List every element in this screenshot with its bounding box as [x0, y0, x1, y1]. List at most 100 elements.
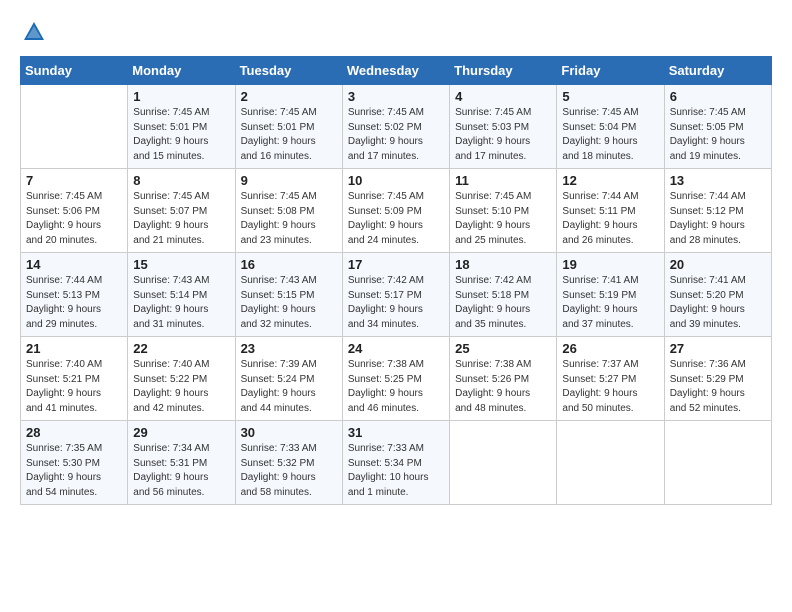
cell-info: Sunrise: 7:38 AM Sunset: 5:26 PM Dayligh…: [455, 358, 551, 416]
day-number: 20: [670, 257, 766, 272]
calendar-cell: 18 Sunrise: 7:42 AM Sunset: 5:18 PM Dayli…: [450, 253, 557, 337]
page: SundayMondayTuesdayWednesdayThursdayFrid…: [0, 0, 792, 612]
calendar-cell: 30Sunrise: 7:33 AM Sunset: 5:32 PM Dayli…: [235, 421, 342, 505]
calendar-cell: 21 Sunrise: 7:40 AM Sunset: 5:21 PM Dayli…: [21, 337, 128, 421]
day-number: 17: [348, 257, 444, 272]
cell-info: Sunrise: 7:45 AM Sunset: 5:04 PM Dayligh…: [562, 106, 658, 164]
day-number: 11: [455, 173, 551, 188]
day-number: 15: [133, 257, 229, 272]
day-number: 3: [348, 89, 444, 104]
calendar-cell: 9Sunrise: 7:45 AM Sunset: 5:08 PM Daylig…: [235, 169, 342, 253]
cell-info: Sunrise: 7:38 AM Sunset: 5:25 PM Dayligh…: [348, 358, 444, 416]
day-number: 13: [670, 173, 766, 188]
calendar-cell: 24 Sunrise: 7:38 AM Sunset: 5:25 PM Dayli…: [342, 337, 449, 421]
week-row-5: 28 Sunrise: 7:35 AM Sunset: 5:30 PM Dayli…: [21, 421, 772, 505]
cell-info: Sunrise: 7:42 AM Sunset: 5:18 PM Dayligh…: [455, 274, 551, 332]
calendar-cell: 6 Sunrise: 7:45 AM Sunset: 5:05 PM Daylig…: [664, 85, 771, 169]
week-row-1: 1 Sunrise: 7:45 AM Sunset: 5:01 PM Daylig…: [21, 85, 772, 169]
header: [20, 18, 772, 46]
cell-info: Sunrise: 7:37 AM Sunset: 5:27 PM Dayligh…: [562, 358, 658, 416]
calendar-cell: 11 Sunrise: 7:45 AM Sunset: 5:10 PM Dayli…: [450, 169, 557, 253]
cell-info: Sunrise: 7:40 AM Sunset: 5:22 PM Dayligh…: [133, 358, 229, 416]
weekday-header-wednesday: Wednesday: [342, 57, 449, 85]
week-row-2: 7 Sunrise: 7:45 AM Sunset: 5:06 PM Daylig…: [21, 169, 772, 253]
calendar-cell: 26 Sunrise: 7:37 AM Sunset: 5:27 PM Dayli…: [557, 337, 664, 421]
calendar-cell: 7 Sunrise: 7:45 AM Sunset: 5:06 PM Daylig…: [21, 169, 128, 253]
day-number: 10: [348, 173, 444, 188]
weekday-header-monday: Monday: [128, 57, 235, 85]
cell-info: Sunrise: 7:45 AM Sunset: 5:01 PM Dayligh…: [133, 106, 229, 164]
cell-info: Sunrise: 7:45 AM Sunset: 5:10 PM Dayligh…: [455, 190, 551, 248]
cell-info: Sunrise: 7:45 AM Sunset: 5:07 PM Dayligh…: [133, 190, 229, 248]
calendar-cell: 12 Sunrise: 7:44 AM Sunset: 5:11 PM Dayli…: [557, 169, 664, 253]
calendar-cell: 16Sunrise: 7:43 AM Sunset: 5:15 PM Dayli…: [235, 253, 342, 337]
cell-info: Sunrise: 7:45 AM Sunset: 5:03 PM Dayligh…: [455, 106, 551, 164]
day-number: 9: [241, 173, 337, 188]
cell-info: Sunrise: 7:43 AM Sunset: 5:14 PM Dayligh…: [133, 274, 229, 332]
cell-info: Sunrise: 7:33 AM Sunset: 5:34 PM Dayligh…: [348, 442, 444, 500]
day-number: 7: [26, 173, 122, 188]
calendar-cell: 14Sunrise: 7:44 AM Sunset: 5:13 PM Dayli…: [21, 253, 128, 337]
cell-info: Sunrise: 7:45 AM Sunset: 5:09 PM Dayligh…: [348, 190, 444, 248]
calendar-cell: 28 Sunrise: 7:35 AM Sunset: 5:30 PM Dayli…: [21, 421, 128, 505]
logo: [20, 18, 52, 46]
cell-info: Sunrise: 7:45 AM Sunset: 5:05 PM Dayligh…: [670, 106, 766, 164]
day-number: 23: [241, 341, 337, 356]
day-number: 31: [348, 425, 444, 440]
cell-info: Sunrise: 7:45 AM Sunset: 5:02 PM Dayligh…: [348, 106, 444, 164]
cell-info: Sunrise: 7:40 AM Sunset: 5:21 PM Dayligh…: [26, 358, 122, 416]
day-number: 30: [241, 425, 337, 440]
cell-info: Sunrise: 7:45 AM Sunset: 5:06 PM Dayligh…: [26, 190, 122, 248]
cell-info: Sunrise: 7:36 AM Sunset: 5:29 PM Dayligh…: [670, 358, 766, 416]
cell-info: Sunrise: 7:42 AM Sunset: 5:17 PM Dayligh…: [348, 274, 444, 332]
calendar-table: SundayMondayTuesdayWednesdayThursdayFrid…: [20, 56, 772, 505]
cell-info: Sunrise: 7:34 AM Sunset: 5:31 PM Dayligh…: [133, 442, 229, 500]
day-number: 8: [133, 173, 229, 188]
calendar-cell: [557, 421, 664, 505]
calendar-cell: 31 Sunrise: 7:33 AM Sunset: 5:34 PM Dayli…: [342, 421, 449, 505]
day-number: 4: [455, 89, 551, 104]
day-number: 24: [348, 341, 444, 356]
weekday-header-sunday: Sunday: [21, 57, 128, 85]
weekday-header-row: SundayMondayTuesdayWednesdayThursdayFrid…: [21, 57, 772, 85]
day-number: 2: [241, 89, 337, 104]
calendar-cell: 1 Sunrise: 7:45 AM Sunset: 5:01 PM Daylig…: [128, 85, 235, 169]
weekday-header-friday: Friday: [557, 57, 664, 85]
calendar-cell: 27 Sunrise: 7:36 AM Sunset: 5:29 PM Dayli…: [664, 337, 771, 421]
weekday-header-saturday: Saturday: [664, 57, 771, 85]
day-number: 12: [562, 173, 658, 188]
calendar-cell: [450, 421, 557, 505]
calendar-cell: 2 Sunrise: 7:45 AM Sunset: 5:01 PM Daylig…: [235, 85, 342, 169]
day-number: 28: [26, 425, 122, 440]
day-number: 1: [133, 89, 229, 104]
logo-icon: [20, 18, 48, 46]
cell-info: Sunrise: 7:39 AM Sunset: 5:24 PM Dayligh…: [241, 358, 337, 416]
weekday-header-thursday: Thursday: [450, 57, 557, 85]
week-row-3: 14Sunrise: 7:44 AM Sunset: 5:13 PM Dayli…: [21, 253, 772, 337]
day-number: 27: [670, 341, 766, 356]
day-number: 18: [455, 257, 551, 272]
cell-info: Sunrise: 7:43 AM Sunset: 5:15 PM Dayligh…: [241, 274, 337, 332]
week-row-4: 21 Sunrise: 7:40 AM Sunset: 5:21 PM Dayli…: [21, 337, 772, 421]
cell-info: Sunrise: 7:44 AM Sunset: 5:12 PM Dayligh…: [670, 190, 766, 248]
cell-info: Sunrise: 7:44 AM Sunset: 5:13 PM Dayligh…: [26, 274, 122, 332]
day-number: 25: [455, 341, 551, 356]
cell-info: Sunrise: 7:41 AM Sunset: 5:19 PM Dayligh…: [562, 274, 658, 332]
day-number: 29: [133, 425, 229, 440]
day-number: 21: [26, 341, 122, 356]
weekday-header-tuesday: Tuesday: [235, 57, 342, 85]
calendar-cell: 8 Sunrise: 7:45 AM Sunset: 5:07 PM Daylig…: [128, 169, 235, 253]
calendar-cell: 13 Sunrise: 7:44 AM Sunset: 5:12 PM Dayli…: [664, 169, 771, 253]
cell-info: Sunrise: 7:45 AM Sunset: 5:01 PM Dayligh…: [241, 106, 337, 164]
day-number: 5: [562, 89, 658, 104]
cell-info: Sunrise: 7:41 AM Sunset: 5:20 PM Dayligh…: [670, 274, 766, 332]
day-number: 22: [133, 341, 229, 356]
cell-info: Sunrise: 7:35 AM Sunset: 5:30 PM Dayligh…: [26, 442, 122, 500]
calendar-cell: 20 Sunrise: 7:41 AM Sunset: 5:20 PM Dayli…: [664, 253, 771, 337]
calendar-cell: 22 Sunrise: 7:40 AM Sunset: 5:22 PM Dayli…: [128, 337, 235, 421]
day-number: 6: [670, 89, 766, 104]
cell-info: Sunrise: 7:44 AM Sunset: 5:11 PM Dayligh…: [562, 190, 658, 248]
calendar-cell: 23 Sunrise: 7:39 AM Sunset: 5:24 PM Dayli…: [235, 337, 342, 421]
day-number: 26: [562, 341, 658, 356]
calendar-cell: 17 Sunrise: 7:42 AM Sunset: 5:17 PM Dayli…: [342, 253, 449, 337]
